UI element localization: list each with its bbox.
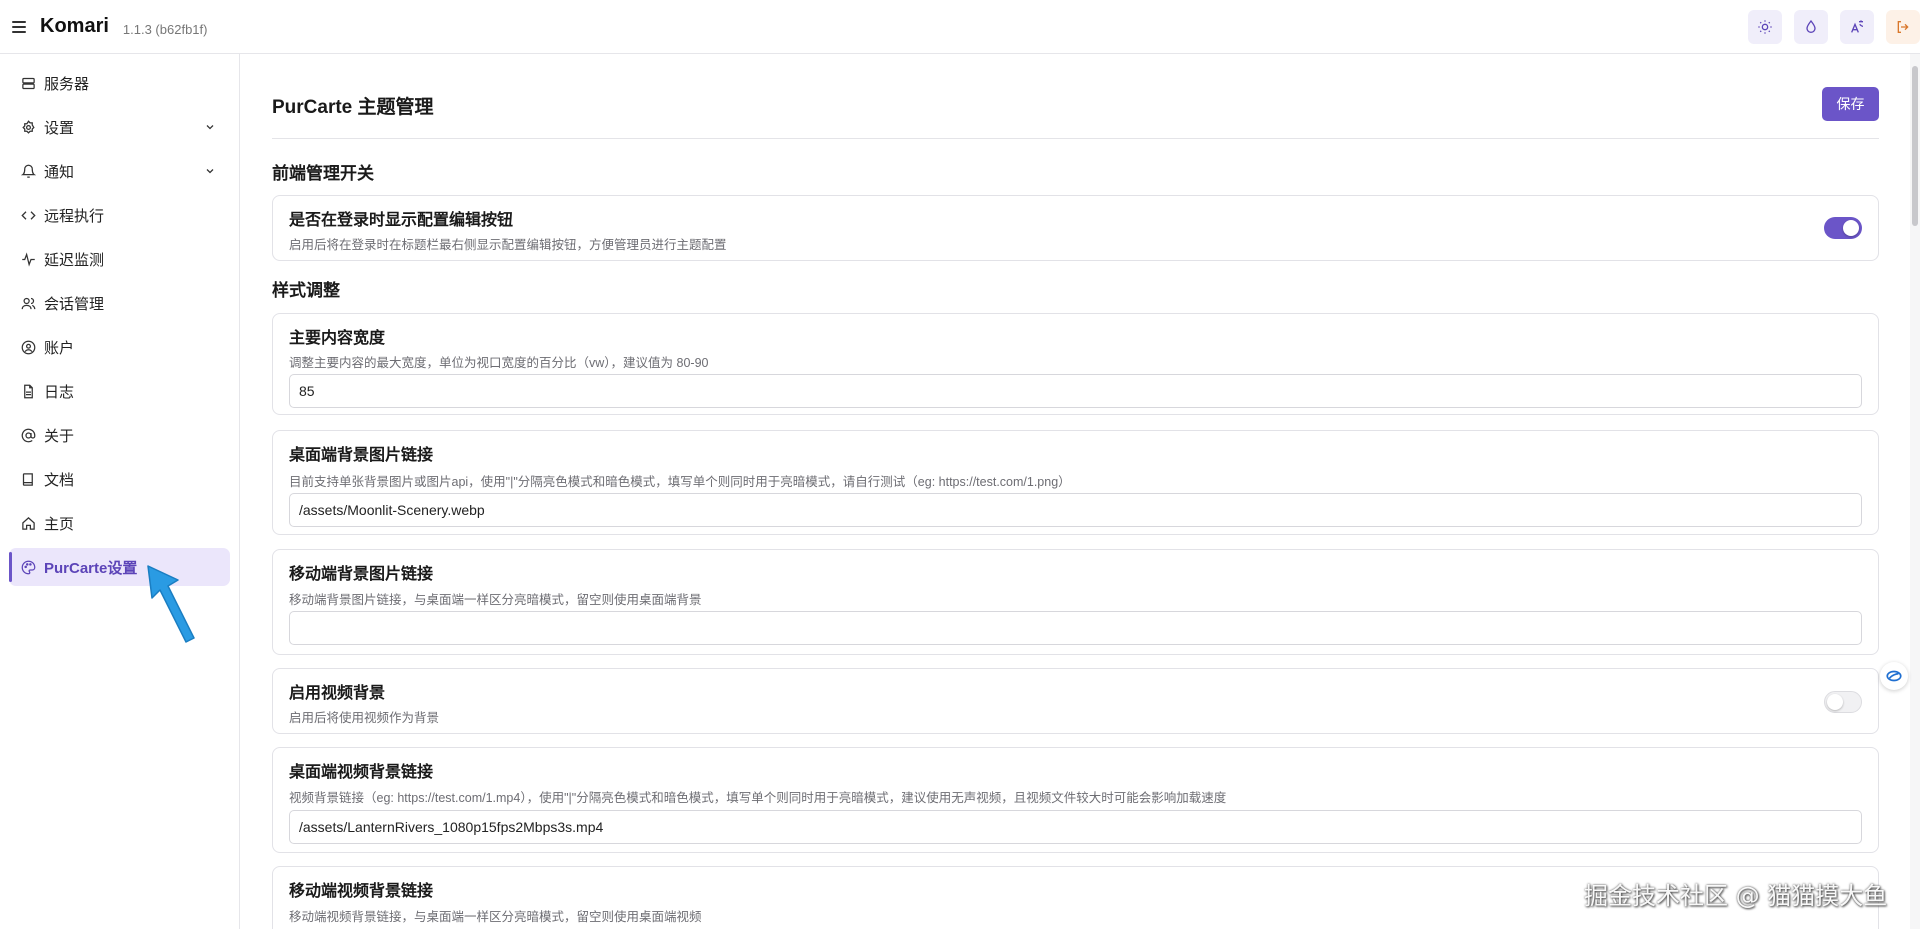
mobile-bg-image-input[interactable] bbox=[289, 611, 1862, 645]
sidebar-item-label: 服务器 bbox=[44, 75, 90, 93]
sidebar: 服务器 设置 通知 远程执行 延迟监测 会话管理 账户 日志 关于 文档 主页 bbox=[0, 54, 240, 929]
setting-desc: 目前支持单张背景图片或图片api，使用"|"分隔亮色模式和暗色模式，填写单个则同… bbox=[289, 475, 1071, 489]
sun-icon bbox=[1758, 20, 1772, 34]
sidebar-item-label: 文档 bbox=[44, 471, 75, 489]
sidebar-item-about[interactable]: 关于 bbox=[9, 416, 230, 454]
setting-title: 移动端背景图片链接 bbox=[289, 566, 434, 583]
sidebar-item-sessions[interactable]: 会话管理 bbox=[9, 284, 230, 322]
sidebar-item-purcarte-settings[interactable]: PurCarte设置 bbox=[9, 548, 230, 586]
setting-title: 启用视频背景 bbox=[289, 685, 386, 702]
header-actions bbox=[1748, 10, 1920, 44]
app-version: 1.1.3 (b62fb1f) bbox=[122, 22, 208, 37]
sidebar-item-label: 关于 bbox=[44, 427, 75, 445]
setting-title: 移动端视频背景链接 bbox=[289, 883, 434, 900]
desktop-bg-image-input[interactable]: /assets/Moonlit-Scenery.webp bbox=[289, 493, 1862, 527]
setting-desktop-bg-image: 桌面端背景图片链接 目前支持单张背景图片或图片api，使用"|"分隔亮色模式和暗… bbox=[272, 430, 1879, 535]
section-title-style: 样式调整 bbox=[272, 281, 340, 300]
setting-content-width: 主要内容宽度 调整主要内容的最大宽度，单位为视口宽度的百分比（vw），建议值为 … bbox=[272, 313, 1879, 415]
content-width-input[interactable]: 85 bbox=[289, 374, 1862, 408]
chevron-down-icon bbox=[206, 125, 214, 130]
code-icon bbox=[20, 207, 36, 223]
sidebar-item-notifications[interactable]: 通知 bbox=[9, 152, 230, 190]
save-button[interactable]: 保存 bbox=[1822, 87, 1879, 121]
vertical-scrollbar[interactable] bbox=[1910, 54, 1920, 929]
at-sign-icon bbox=[20, 427, 36, 443]
desktop-video-input[interactable]: /assets/LanternRivers_1080p15fps2Mbps3s.… bbox=[289, 810, 1862, 844]
logout-icon bbox=[1897, 21, 1909, 33]
settings-icon bbox=[20, 119, 36, 135]
top-header: Komari 1.1.3 (b62fb1f) bbox=[0, 0, 1920, 54]
activity-icon bbox=[20, 251, 36, 267]
sidebar-item-label: 会话管理 bbox=[44, 295, 105, 313]
logout-button[interactable] bbox=[1886, 10, 1920, 44]
main-content: PurCarte 主题管理 保存 前端管理开关 是否在登录时显示配置编辑按钮 启… bbox=[240, 54, 1910, 929]
sidebar-item-label: 账户 bbox=[44, 339, 75, 357]
setting-title: 桌面端背景图片链接 bbox=[289, 447, 434, 464]
title-divider bbox=[272, 138, 1879, 139]
watermark-text: 掘金技术社区 @ 猫猫摸大鱼 bbox=[1584, 882, 1888, 910]
translate-icon bbox=[1851, 20, 1864, 33]
setting-desc: 启用后将使用视频作为背景 bbox=[289, 711, 440, 725]
sidebar-item-label: 远程执行 bbox=[44, 207, 105, 225]
scrollbar-thumb[interactable] bbox=[1912, 66, 1918, 226]
user-circle-icon bbox=[20, 339, 36, 355]
file-text-icon bbox=[20, 383, 36, 399]
setting-desktop-video: 桌面端视频背景链接 视频背景链接（eg: https://test.com/1.… bbox=[272, 747, 1879, 853]
sidebar-item-docs[interactable]: 文档 bbox=[9, 460, 230, 498]
sidebar-item-label: 设置 bbox=[44, 119, 75, 137]
floating-assistant-icon[interactable] bbox=[1880, 662, 1908, 690]
sidebar-item-label: 延迟监测 bbox=[44, 251, 105, 269]
chevron-down-icon bbox=[206, 169, 214, 174]
users-icon bbox=[20, 295, 36, 311]
setting-desc: 调整主要内容的最大宽度，单位为视口宽度的百分比（vw），建议值为 80-90 bbox=[289, 356, 709, 370]
setting-desc: 移动端视频背景链接，与桌面端一样区分亮暗模式，留空则使用桌面端视频 bbox=[289, 910, 702, 924]
color-scheme-button[interactable] bbox=[1794, 10, 1828, 44]
setting-title: 是否在登录时显示配置编辑按钮 bbox=[289, 212, 514, 229]
setting-desc: 视频背景链接（eg: https://test.com/1.mp4），使用"|"… bbox=[289, 791, 1227, 805]
video-bg-toggle[interactable] bbox=[1824, 691, 1862, 713]
menu-toggle-icon[interactable] bbox=[12, 20, 26, 33]
sidebar-item-label: 日志 bbox=[44, 383, 75, 401]
page-title: PurCarte 主题管理 bbox=[272, 97, 434, 118]
book-icon bbox=[20, 471, 36, 487]
sidebar-item-settings[interactable]: 设置 bbox=[9, 108, 230, 146]
bell-icon bbox=[20, 163, 36, 179]
sidebar-item-label: PurCarte设置 bbox=[44, 559, 138, 577]
show-edit-button-toggle[interactable] bbox=[1824, 217, 1862, 239]
theme-toggle-button[interactable] bbox=[1748, 10, 1782, 44]
app-brand[interactable]: Komari bbox=[40, 15, 109, 38]
sidebar-item-servers[interactable]: 服务器 bbox=[9, 64, 230, 102]
language-button[interactable] bbox=[1840, 10, 1874, 44]
setting-desc: 移动端背景图片链接，与桌面端一样区分亮暗模式，留空则使用桌面端背景 bbox=[289, 593, 702, 607]
sidebar-item-label: 主页 bbox=[44, 515, 75, 533]
palette-icon bbox=[20, 559, 36, 575]
section-title-frontend: 前端管理开关 bbox=[272, 164, 374, 183]
sidebar-item-remote-exec[interactable]: 远程执行 bbox=[9, 196, 230, 234]
sidebar-item-home[interactable]: 主页 bbox=[9, 504, 230, 542]
sidebar-item-latency[interactable]: 延迟监测 bbox=[9, 240, 230, 278]
setting-desc: 启用后将在登录时在标题栏最右侧显示配置编辑按钮，方便管理员进行主题配置 bbox=[289, 238, 727, 252]
setting-show-edit-button: 是否在登录时显示配置编辑按钮 启用后将在登录时在标题栏最右侧显示配置编辑按钮，方… bbox=[272, 195, 1879, 261]
home-icon bbox=[20, 515, 36, 531]
setting-title: 桌面端视频背景链接 bbox=[289, 764, 434, 781]
sidebar-item-label: 通知 bbox=[44, 163, 75, 181]
setting-video-bg: 启用视频背景 启用后将使用视频作为背景 bbox=[272, 668, 1879, 734]
sidebar-item-logs[interactable]: 日志 bbox=[9, 372, 230, 410]
sidebar-item-account[interactable]: 账户 bbox=[9, 328, 230, 366]
setting-mobile-bg-image: 移动端背景图片链接 移动端背景图片链接，与桌面端一样区分亮暗模式，留空则使用桌面… bbox=[272, 549, 1879, 655]
setting-title: 主要内容宽度 bbox=[289, 330, 386, 347]
droplet-icon bbox=[1806, 19, 1816, 33]
server-icon bbox=[20, 75, 36, 91]
